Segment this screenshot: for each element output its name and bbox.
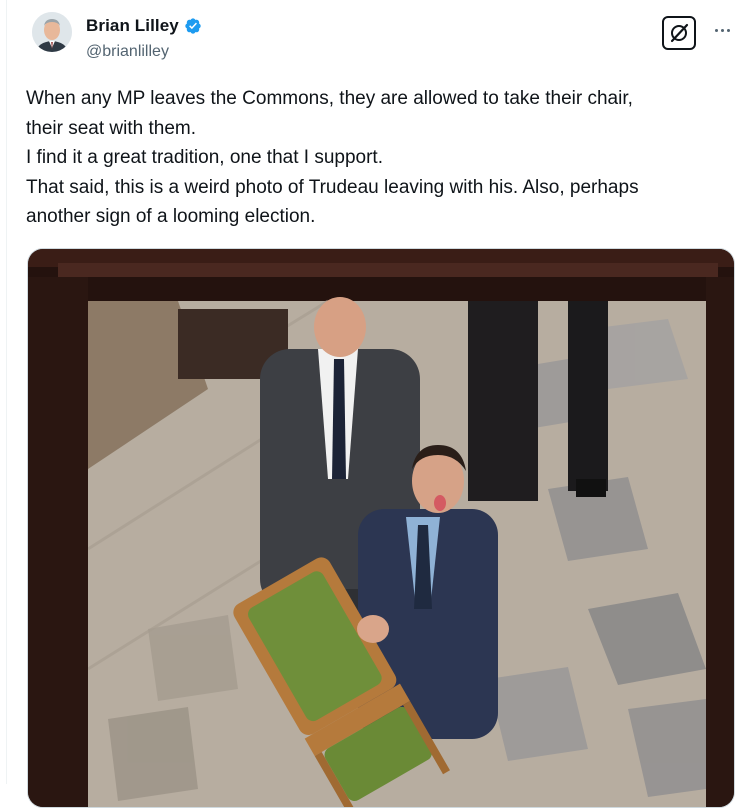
grok-icon bbox=[670, 23, 689, 43]
tweet-line: another sign of a looming election. bbox=[26, 206, 316, 227]
author-avatar[interactable] bbox=[32, 12, 72, 52]
timeline-border bbox=[6, 0, 7, 784]
tweet-line: their seat with them. bbox=[26, 117, 197, 139]
verified-badge-icon bbox=[184, 17, 202, 35]
tweet-text: When any MP leaves the Commons, they are… bbox=[26, 84, 738, 232]
avatar-image bbox=[32, 12, 72, 52]
tweet-line: When any MP leaves the Commons, they are… bbox=[26, 88, 633, 109]
grok-button[interactable] bbox=[662, 16, 696, 50]
tweet-line: I find it a great tradition, one that I … bbox=[26, 147, 383, 168]
author-handle[interactable]: @brianlilley bbox=[86, 43, 169, 61]
tweet-photo[interactable] bbox=[27, 248, 735, 808]
author-display-name[interactable]: Brian Lilley bbox=[86, 16, 179, 36]
more-options-button[interactable] bbox=[708, 18, 736, 42]
tweet-line: That said, this is a weird photo of Trud… bbox=[26, 176, 639, 198]
more-options-icon bbox=[714, 28, 718, 32]
author-name-row: Brian Lilley bbox=[86, 16, 202, 36]
photo-image bbox=[28, 249, 734, 807]
